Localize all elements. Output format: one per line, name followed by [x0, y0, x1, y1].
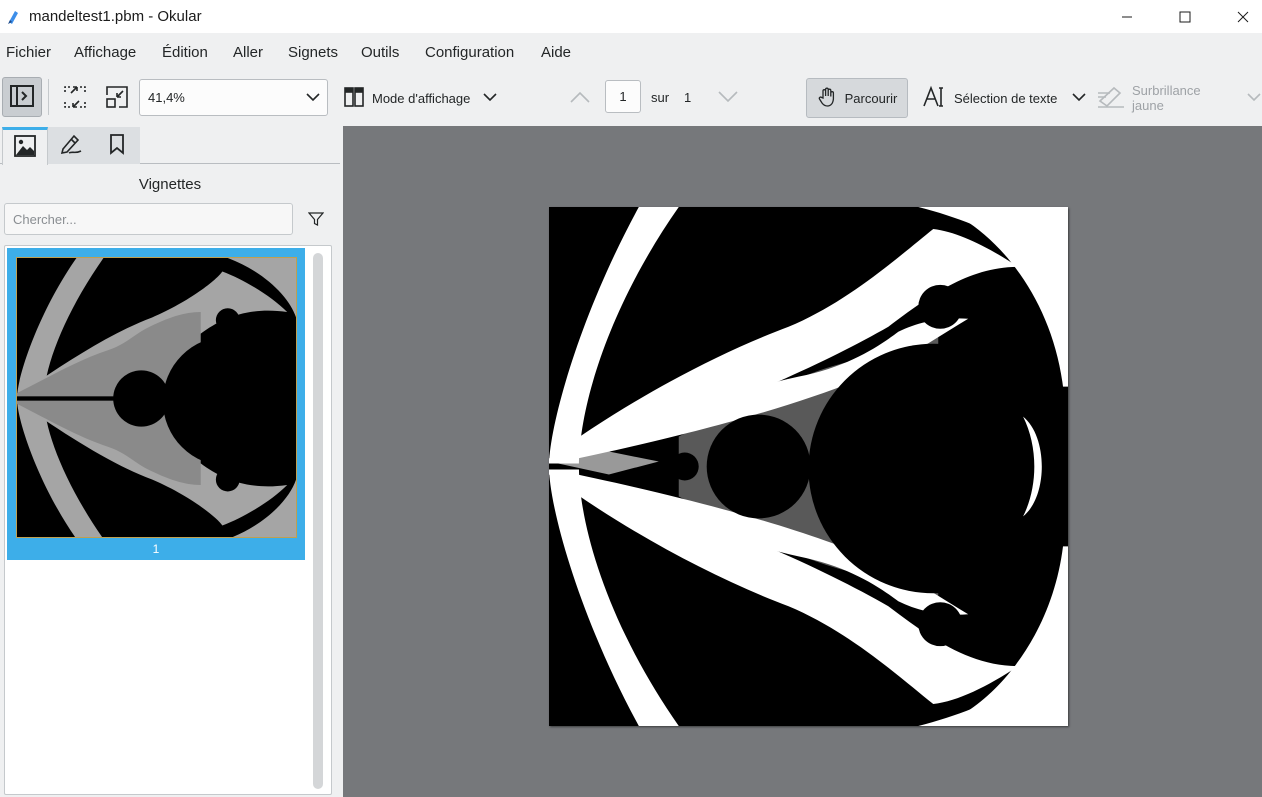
sidebar-tab-bar: [0, 126, 340, 165]
page-of-label: sur: [651, 90, 670, 105]
pen-icon: [59, 133, 83, 158]
menu-edition[interactable]: Édition: [162, 44, 208, 61]
thumbnail-item[interactable]: 1: [7, 248, 305, 560]
fit-page-icon: [105, 85, 129, 112]
menu-bar: Fichier Affichage Édition Aller Signets …: [0, 33, 1262, 71]
image-icon: [14, 135, 36, 160]
fit-width-icon: [63, 85, 87, 112]
view-mode-label: Mode d'affichage: [372, 90, 471, 106]
window-title: mandeltest1.pbm - Okular: [29, 8, 202, 25]
thumbnail-scrollbar[interactable]: [313, 253, 323, 789]
mandelbrot-image: [549, 207, 1068, 726]
close-button[interactable]: [1214, 0, 1262, 33]
page-total: 1: [684, 90, 692, 105]
chevron-down-icon[interactable]: [1246, 89, 1262, 108]
thumbnails-title: Vignettes: [138, 176, 202, 193]
toolbar-separator: [48, 79, 49, 115]
thumbnail-search-input[interactable]: Chercher...: [4, 203, 293, 235]
search-placeholder: Chercher...: [13, 211, 77, 227]
sidebar-toggle-button[interactable]: [2, 77, 42, 117]
tab-thumbnails[interactable]: [2, 127, 48, 165]
maximize-button[interactable]: [1156, 0, 1214, 33]
menu-aller[interactable]: Aller: [233, 44, 263, 61]
chevron-down-icon: [482, 89, 498, 108]
page-number-input[interactable]: 1: [605, 80, 641, 113]
chevron-down-icon: [717, 90, 739, 107]
filter-button[interactable]: [304, 208, 328, 232]
view-mode-button[interactable]: Mode d'affichage: [343, 83, 498, 113]
filter-icon: [307, 211, 325, 230]
minimize-button[interactable]: [1098, 0, 1156, 33]
previous-page-button[interactable]: [566, 83, 594, 113]
thumbnail-list[interactable]: 1: [4, 245, 332, 795]
tab-bookmarks[interactable]: [94, 127, 140, 164]
main-toolbar: 41,4% Mode d'affichage 1 sur 1 Parcourir…: [0, 71, 1262, 126]
chevron-up-icon: [569, 90, 591, 107]
highlighter-icon: [1096, 85, 1126, 112]
thumbnail-image: [16, 257, 297, 538]
text-selection-tool-button[interactable]: Sélection de texte: [922, 83, 1087, 113]
thumbnail-label: 1: [152, 542, 160, 556]
chevron-down-icon: [305, 89, 321, 108]
menu-affichage[interactable]: Affichage: [74, 44, 136, 61]
browse-label: Parcourir: [844, 90, 898, 106]
zoom-value: 41,4%: [148, 90, 185, 105]
title-bar: mandeltest1.pbm - Okular: [0, 0, 1262, 33]
menu-signets[interactable]: Signets: [288, 44, 338, 61]
menu-aide[interactable]: Aide: [541, 44, 571, 61]
zoom-combobox[interactable]: 41,4%: [139, 79, 328, 116]
sidebar-toggle-icon: [10, 84, 34, 110]
view-mode-icon: [343, 86, 365, 111]
menu-configuration[interactable]: Configuration: [425, 44, 514, 61]
menu-fichier[interactable]: Fichier: [6, 44, 51, 61]
document-page[interactable]: [549, 207, 1068, 726]
menu-outils[interactable]: Outils: [361, 44, 399, 61]
hand-icon: [817, 86, 839, 111]
fit-width-button[interactable]: [60, 83, 90, 113]
page-current: 1: [619, 89, 627, 104]
text-select-label: Sélection de texte: [954, 90, 1058, 106]
chevron-down-icon[interactable]: [1071, 89, 1087, 108]
highlighter-tool-button[interactable]: Surbrillance jaune: [1096, 83, 1262, 113]
sidebar: Vignettes Chercher... 1: [0, 126, 343, 797]
document-view[interactable]: [343, 126, 1262, 797]
fit-page-button[interactable]: [102, 83, 132, 113]
browse-tool-button[interactable]: Parcourir: [806, 78, 908, 118]
okular-icon: [5, 8, 23, 26]
tab-reviews[interactable]: [48, 127, 94, 164]
bookmark-icon: [108, 133, 126, 158]
text-select-icon: [922, 85, 946, 112]
highlight-label: Surbrillance jaune: [1132, 83, 1201, 113]
next-page-button[interactable]: [714, 83, 742, 113]
